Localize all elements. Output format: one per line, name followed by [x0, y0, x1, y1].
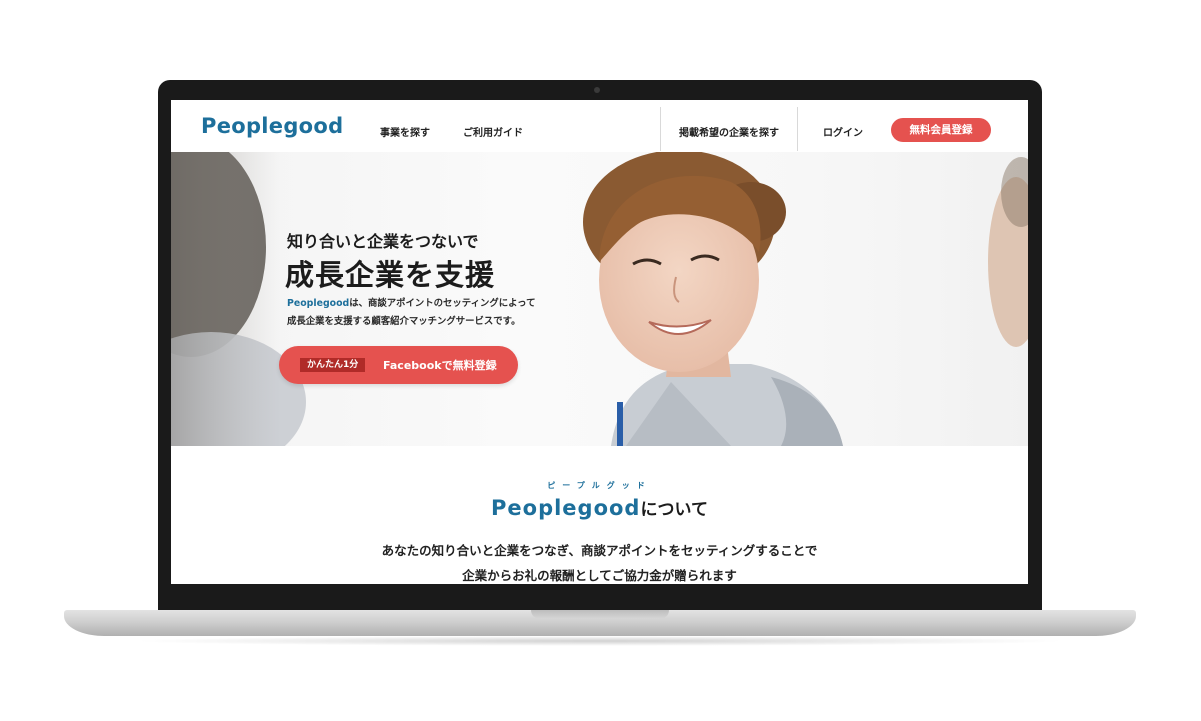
hero-section: 知り合いと企業をつないで 成長企業を支援 Peoplegoodは、商談アポイント…: [171, 152, 1028, 446]
about-text-line-1: あなたの知り合いと企業をつなぎ、商談アポイントをセッティングすることで: [381, 543, 818, 558]
nav-find-business[interactable]: 事業を探す: [380, 124, 430, 139]
about-title-ruby: ピープルグッド: [547, 481, 652, 490]
laptop-hinge-notch: [531, 610, 669, 619]
hero-description: Peoplegoodは、商談アポイントのセッティングによって 成長企業を支援する…: [287, 295, 535, 331]
laptop-base: [64, 610, 1136, 636]
site-logo[interactable]: Peoplegood: [201, 114, 343, 138]
hero-description-line-1: Peoplegoodは、商談アポイントのセッティングによって: [287, 295, 535, 313]
about-title: Peoplegoodについて: [171, 495, 1028, 520]
about-text-line-2: 企業からお礼の報酬としてご協力金が贈られます: [462, 568, 737, 583]
about-title-brand: Peoplegood: [491, 496, 641, 520]
about-title-suffix: について: [640, 500, 708, 520]
site-header: Peoplegood 事業を探す ご利用ガイド 掲載希望の企業を探す ログイン …: [171, 100, 1028, 152]
nav-login[interactable]: ログイン: [823, 124, 863, 139]
webcam-icon: [594, 87, 600, 93]
quick-signup-badge: かんたん1分: [300, 358, 366, 372]
hero-brand-name: Peoplegood: [287, 298, 350, 309]
nav-divider: [660, 107, 661, 151]
nav-divider: [797, 107, 798, 151]
facebook-signup-button[interactable]: かんたん1分 Facebookで無料登録: [279, 346, 518, 384]
hero-description-line-1-text: は、商談アポイントのセッティングによって: [349, 298, 536, 309]
nav-guide[interactable]: ご利用ガイド: [463, 124, 523, 139]
signup-button[interactable]: 無料会員登録: [891, 118, 991, 142]
hero-kicker: 知り合いと企業をつないで: [287, 232, 479, 251]
hero-title: 成長企業を支援: [285, 258, 496, 292]
hero-description-line-2: 成長企業を支援する顧客紹介マッチングサービスです。: [287, 316, 521, 327]
nav-find-company[interactable]: 掲載希望の企業を探す: [679, 124, 779, 139]
facebook-signup-label: Facebookで無料登録: [383, 359, 497, 372]
browser-viewport: Peoplegood 事業を探す ご利用ガイド 掲載希望の企業を探す ログイン …: [171, 100, 1028, 584]
laptop-shadow: [130, 636, 1070, 646]
